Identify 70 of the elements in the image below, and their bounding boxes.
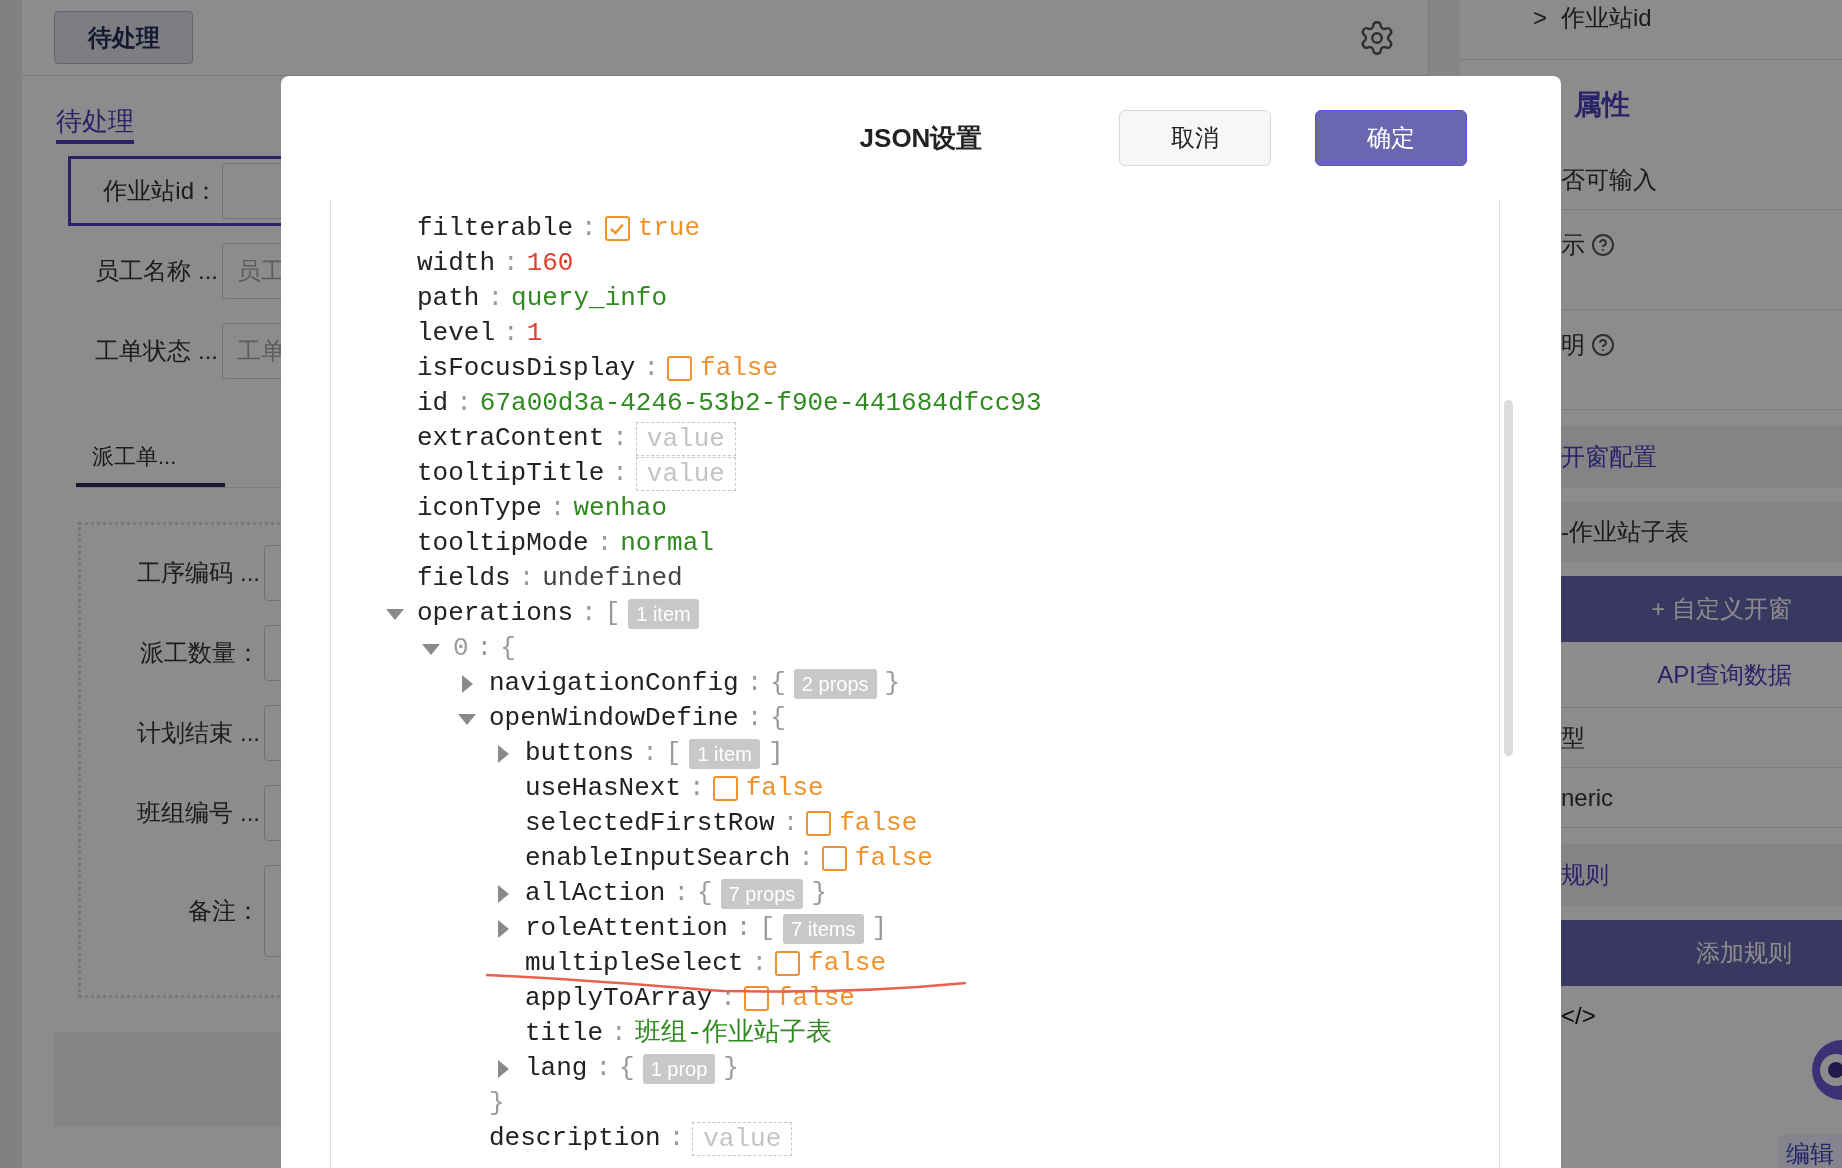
field-label: 班组编号 ... — [136, 798, 261, 828]
bracket: { — [770, 702, 786, 735]
colon: : — [486, 282, 505, 315]
bracket: { — [770, 667, 786, 700]
colon: : — [734, 912, 753, 945]
value-text: wenhao — [573, 492, 668, 525]
property-label: 型 — [1561, 722, 1585, 753]
bracket: [ — [759, 912, 776, 945]
colon: : — [642, 352, 661, 385]
colon: : — [517, 562, 536, 595]
property-label: 明 — [1561, 330, 1585, 360]
bracket: } — [489, 1087, 505, 1120]
property-key: description — [489, 1119, 661, 1158]
colon: : — [502, 317, 520, 350]
field-label: 派工数量： — [139, 638, 261, 668]
value-text: false — [839, 807, 918, 840]
colon: : — [672, 877, 691, 910]
field-label: 工单状态 ... — [94, 336, 219, 366]
field-label: 备注： — [187, 896, 261, 926]
colon: : — [745, 702, 764, 735]
value-text: normal — [620, 527, 714, 560]
bracket: } — [723, 1052, 739, 1085]
colon: : — [580, 597, 598, 630]
field-label: 计划结束 ... — [136, 718, 261, 748]
colon: : — [781, 807, 800, 840]
value-text: false — [808, 947, 887, 980]
colon: : — [455, 387, 473, 420]
colon: : — [745, 667, 764, 700]
value-text: true — [637, 212, 701, 245]
value-text: query_info — [511, 282, 668, 315]
value-text: undefined — [542, 562, 683, 595]
property-label: 否可输入 — [1561, 164, 1657, 195]
colon: : — [548, 492, 567, 525]
breadcrumb-arrow: > — [1533, 3, 1547, 33]
colon: : — [797, 842, 815, 875]
colon: : — [580, 212, 598, 245]
colon: : — [502, 247, 520, 280]
bracket: ] — [767, 737, 784, 770]
value-text: false — [700, 352, 779, 385]
colon: : — [595, 527, 614, 560]
field-label: 工序编码 ... — [136, 558, 261, 588]
colon: : — [475, 632, 494, 665]
bracket: { — [500, 632, 516, 665]
bracket: } — [811, 877, 827, 910]
field-label: 员工名称 ... — [94, 256, 219, 286]
property-label: 示 — [1561, 230, 1585, 260]
value-text: 160 — [526, 247, 574, 280]
colon: : — [594, 1052, 613, 1085]
dialog-title: JSON设置 — [859, 121, 983, 155]
value-text: false — [854, 842, 933, 875]
colon: : — [610, 1017, 628, 1050]
colon: : — [667, 1122, 686, 1155]
bracket: } — [884, 667, 901, 700]
value-text: 班组-作业站子表 — [634, 1017, 833, 1050]
bracket: ] — [871, 912, 888, 945]
value-text: 1 — [526, 317, 543, 350]
bracket: { — [619, 1052, 635, 1085]
bracket: { — [697, 877, 713, 910]
colon: : — [750, 947, 769, 980]
colon: : — [611, 457, 629, 490]
section-title: 属性 — [1574, 88, 1630, 122]
colon: : — [688, 772, 706, 805]
colon: : — [641, 737, 659, 770]
value-text: false — [745, 772, 824, 805]
colon: : — [611, 422, 629, 455]
bracket: [ — [604, 597, 621, 630]
field-label: 作业站id： — [102, 176, 219, 206]
bracket: [ — [665, 737, 682, 770]
value-text: 67a00d3a-4246-53b2-f90e-441684dfcc93 — [479, 387, 1042, 420]
property-label: neric — [1561, 782, 1614, 813]
